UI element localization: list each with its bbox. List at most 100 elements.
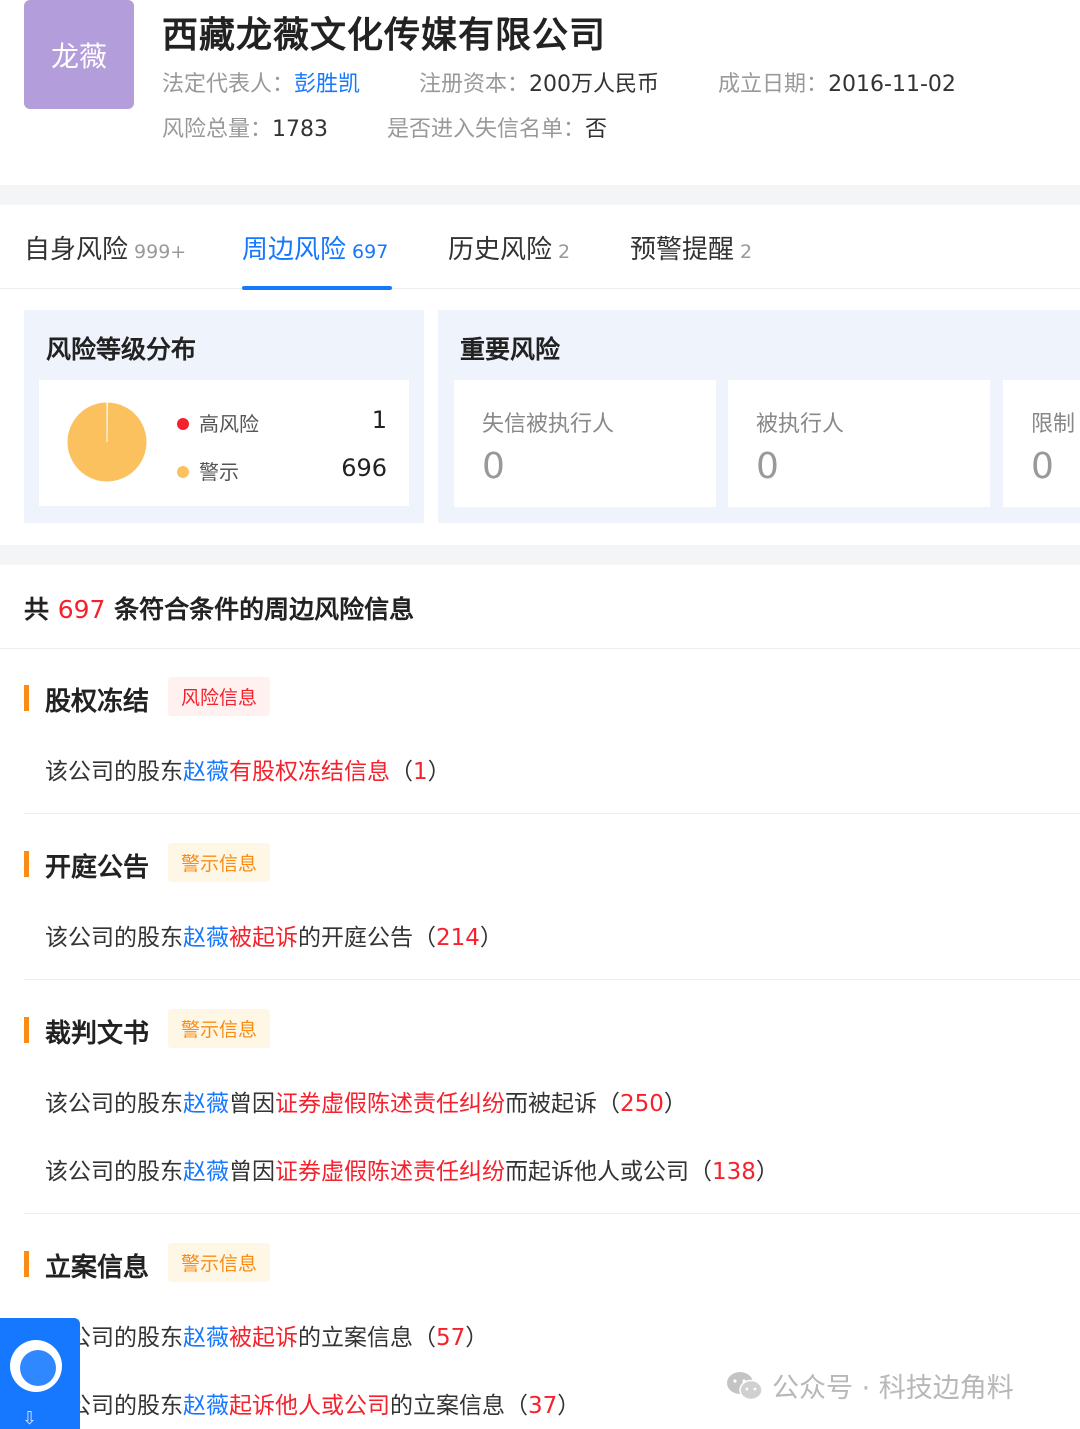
warning-tag: 警示信息 [168,1243,271,1282]
item-count: 138 [712,1159,756,1185]
card-value: 0 [482,446,505,487]
company-header: 龙薇 西藏龙薇文化传媒有限公司 法定代表人：彭胜凯 注册资本：200万人民币 成… [0,0,1080,185]
legal-rep-label: 法定代表人： [162,72,295,97]
item-text: 曾因 [229,1159,275,1185]
card-dishonest-executed[interactable]: 失信被执行人 0 [454,380,716,507]
item-count: 1 [413,759,428,785]
risk-link[interactable]: 被起诉 [229,925,298,951]
founded-label: 成立日期： [718,72,829,97]
legend-high-risk[interactable]: 高风险 1 [177,406,387,437]
risk-item[interactable]: 该公司的股东赵薇有股权冻结信息（1） [45,752,451,786]
tab-self-risk[interactable]: 自身风险 999+ [24,229,186,266]
tab-count: 697 [352,241,389,263]
company-logo: 龙薇 [24,0,134,109]
download-arrow-icon: ⇩ [22,1408,38,1429]
warning-dot-icon [177,466,189,478]
risk-level-title: 风险等级分布 [46,335,197,364]
watermark-text: 公众号 · 科技边角料 [772,1373,1014,1404]
risk-item[interactable]: 该公司的股东赵薇曾因证券虚假陈述责任纠纷而起诉他人或公司（138） [45,1152,779,1186]
section-title: 裁判文书 [45,1019,150,1049]
summary-prefix: 共 [24,595,58,624]
shareholder-link[interactable]: 赵薇 [183,1159,229,1185]
section-accent-bar [24,685,29,711]
risk-level-panel: 风险等级分布 高风险 1 警示 696 [24,310,424,523]
item-text: 曾因 [229,1091,275,1117]
risk-total-value: 1783 [272,117,329,142]
risk-link[interactable]: 被起诉 [229,1325,298,1351]
capital-value: 200万人民币 [529,72,660,97]
tab-label: 周边风险 [242,235,347,265]
important-risk-title: 重要风险 [460,335,561,364]
legend-label: 警示 [199,460,239,484]
divider [24,813,1080,814]
section-title: 股权冻结 [45,687,150,717]
risk-item[interactable]: 该公司的股东赵薇被起诉的开庭公告（214） [45,918,503,952]
section-accent-bar [24,1017,29,1043]
risk-pie-chart [67,402,147,482]
tab-warning-alert[interactable]: 预警提醒 2 [630,229,752,266]
app-download-button[interactable]: ⇩ [0,1318,80,1429]
pie-slice-警示[interactable] [67,402,147,482]
risk-tabs: 自身风险 999+ 周边风险 697 历史风险 2 预警提醒 2 [0,205,1080,290]
item-text: 而起诉他人或公司 [505,1159,689,1185]
card-label: 失信被执行人 [482,412,615,437]
company-meta-row-1: 法定代表人：彭胜凯 注册资本：200万人民币 成立日期：2016-11-02 [162,66,1008,98]
risk-link[interactable]: 有股权冻结信息 [229,759,390,785]
high-risk-dot-icon [177,418,189,430]
divider [0,648,1080,649]
risk-level-card: 高风险 1 警示 696 [39,380,409,506]
tab-label: 自身风险 [24,235,129,265]
card-restriction[interactable]: 限制 0 [1003,380,1080,507]
tab-label: 预警提醒 [630,235,735,265]
wechat-watermark: 公众号 · 科技边角料 [726,1366,1014,1405]
shareholder-link[interactable]: 赵薇 [183,1393,229,1419]
item-text: 而被起诉 [505,1091,597,1117]
item-text: 的立案信息 [298,1325,413,1351]
section-divider [0,545,1080,565]
legend-value: 1 [371,406,387,434]
section-divider [0,185,1080,205]
item-text: 该公司的股东 [45,1091,183,1117]
result-summary: 共 697 条符合条件的周边风险信息 [24,590,414,626]
risk-link[interactable]: 起诉他人或公司 [229,1393,390,1419]
section-accent-bar [24,851,29,877]
tab-surrounding-risk[interactable]: 周边风险 697 [242,229,388,266]
tab-count: 2 [558,241,571,263]
item-text: 的开庭公告 [298,925,413,951]
active-tab-indicator [242,286,392,290]
company-name: 西藏龙薇文化传媒有限公司 [162,15,607,56]
card-label: 被执行人 [756,412,845,437]
shareholder-link[interactable]: 赵薇 [183,759,229,785]
warning-tag: 警示信息 [168,1009,271,1048]
section-title: 开庭公告 [45,853,150,883]
warning-tag: 警示信息 [168,843,271,882]
card-executed-person[interactable]: 被执行人 0 [728,380,990,507]
risk-item[interactable]: 该公司的股东赵薇起诉他人或公司的立案信息（37） [45,1386,580,1420]
summary-suffix: 条符合条件的周边风险信息 [105,595,415,624]
item-text: 该公司的股东 [45,1159,183,1185]
app-logo-swirl-icon [20,1350,56,1386]
section-accent-bar [24,1251,29,1277]
card-value: 0 [756,446,779,487]
risk-link[interactable]: 证券虚假陈述责任纠纷 [275,1159,505,1185]
card-value: 0 [1031,446,1054,487]
shareholder-link[interactable]: 赵薇 [183,925,229,951]
capital-label: 注册资本： [419,72,530,97]
shareholder-link[interactable]: 赵薇 [183,1091,229,1117]
important-risk-panel: 重要风险 失信被执行人 0 被执行人 0 限制 0 [438,310,1080,523]
legend-warning[interactable]: 警示 696 [177,454,387,485]
risk-link[interactable]: 证券虚假陈述责任纠纷 [275,1091,505,1117]
legal-rep-link[interactable]: 彭胜凯 [294,72,360,97]
risk-item[interactable]: 该公司的股东赵薇被起诉的立案信息（57） [45,1318,488,1352]
item-text: 该公司的股东 [45,759,183,785]
dishonest-label: 是否进入失信名单： [387,117,586,142]
item-count: 57 [436,1325,466,1351]
divider [24,1213,1080,1214]
risk-item[interactable]: 该公司的股东赵薇曾因证券虚假陈述责任纠纷而被起诉（250） [45,1084,687,1118]
tab-history-risk[interactable]: 历史风险 2 [448,229,570,266]
item-text: 该公司的股东 [45,925,183,951]
shareholder-link[interactable]: 赵薇 [183,1325,229,1351]
tab-count: 2 [740,241,753,263]
company-meta-row-2: 风险总量：1783 是否进入失信名单：否 [162,111,659,143]
item-count: 214 [436,925,480,951]
